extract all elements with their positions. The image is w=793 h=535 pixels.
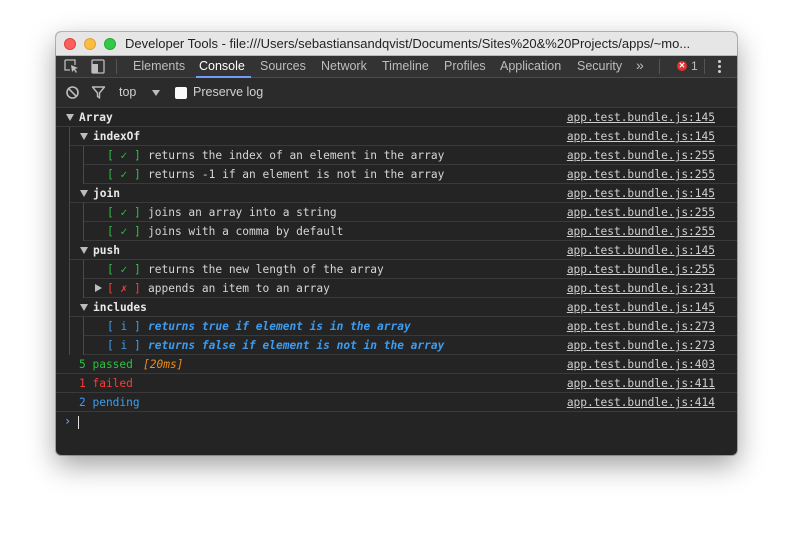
source-link[interactable]: app.test.bundle.js:145 (567, 241, 715, 260)
console-group-row[interactable]: Array app.test.bundle.js:145 (56, 108, 737, 127)
console-log-row: [ ✓ ] returns the new length of the arra… (84, 260, 737, 279)
toolbar-divider (704, 59, 705, 74)
console-log-row: 1 failed app.test.bundle.js:411 (56, 374, 737, 393)
preserve-log-label[interactable]: Preserve log (193, 85, 263, 99)
pending-status: [ i ] (107, 320, 141, 333)
tab-timeline[interactable]: Timeline (382, 59, 429, 73)
pass-status: [ ✓ ] (107, 206, 141, 219)
source-link[interactable]: app.test.bundle.js:145 (567, 184, 715, 203)
source-link[interactable]: app.test.bundle.js:255 (567, 146, 715, 165)
expand-triangle-icon[interactable] (80, 133, 88, 140)
fail-status: [ ✗ ] (107, 282, 141, 295)
console-log-row: 2 pending app.test.bundle.js:414 (56, 393, 737, 412)
console-log-row: [ i ] returns false if element is not in… (84, 336, 737, 355)
tab-application[interactable]: Application (500, 59, 561, 73)
source-link[interactable]: app.test.bundle.js:145 (567, 127, 715, 146)
group-label: Array (79, 111, 113, 124)
console-log-row: [ ✓ ] joins with a comma by default app.… (84, 222, 737, 241)
console-log-row: [ ✓ ] returns the index of an element in… (84, 146, 737, 165)
test-description: joins with a comma by default (148, 225, 344, 238)
console-filter-bar: top Preserve log (56, 78, 737, 108)
console-group-row[interactable]: push app.test.bundle.js:145 (70, 241, 737, 260)
error-icon[interactable]: ✕ (677, 61, 687, 71)
title-bar: Developer Tools - file:///Users/sebastia… (56, 32, 737, 56)
console-log-row: [ ✓ ] joins an array into a string app.t… (84, 203, 737, 222)
source-link[interactable]: app.test.bundle.js:145 (567, 108, 715, 127)
source-link[interactable]: app.test.bundle.js:231 (567, 279, 715, 298)
pass-status: [ ✓ ] (107, 149, 141, 162)
clear-console-icon[interactable] (65, 85, 80, 100)
test-description: returns true if element is in the array (148, 320, 411, 333)
source-link[interactable]: app.test.bundle.js:255 (567, 203, 715, 222)
tab-network[interactable]: Network (321, 59, 367, 73)
source-link[interactable]: app.test.bundle.js:411 (567, 374, 715, 393)
more-options-icon[interactable] (718, 60, 722, 75)
close-window-button[interactable] (64, 38, 76, 50)
console-input[interactable]: › (56, 412, 737, 434)
source-link[interactable]: app.test.bundle.js:255 (567, 260, 715, 279)
text-caret (78, 416, 79, 429)
source-link[interactable]: app.test.bundle.js:414 (567, 393, 715, 412)
duration-label: [20ms] (143, 358, 184, 371)
source-link[interactable]: app.test.bundle.js:255 (567, 222, 715, 241)
source-link[interactable]: app.test.bundle.js:273 (567, 317, 715, 336)
group-label: includes (93, 301, 147, 314)
passed-summary: 5 passed (79, 358, 133, 371)
pass-status: [ ✓ ] (107, 225, 141, 238)
pending-status: [ i ] (107, 339, 141, 352)
console-log-row: [ ✓ ] returns -1 if an element is not in… (84, 165, 737, 184)
test-description: returns the new length of the array (148, 263, 384, 276)
source-link[interactable]: app.test.bundle.js:403 (567, 355, 715, 374)
devtools-window: Developer Tools - file:///Users/sebastia… (56, 32, 737, 455)
error-count[interactable]: 1 (691, 59, 698, 73)
pass-status: [ ✓ ] (107, 168, 141, 181)
preserve-log-checkbox[interactable] (175, 87, 187, 99)
tab-sources[interactable]: Sources (260, 59, 306, 73)
toolbar-divider (116, 59, 117, 74)
tab-elements[interactable]: Elements (133, 59, 185, 73)
console-group-row[interactable]: includes app.test.bundle.js:145 (70, 298, 737, 317)
console-log-row: 5 passed [20ms] app.test.bundle.js:403 (56, 355, 737, 374)
tab-security[interactable]: Security (577, 59, 622, 73)
inspect-element-icon[interactable] (63, 58, 81, 75)
group-label: join (93, 187, 120, 200)
console-output: Array app.test.bundle.js:145 indexOf app… (56, 108, 737, 455)
console-group-row[interactable]: indexOf app.test.bundle.js:145 (70, 127, 737, 146)
panel-tab-bar: Elements Console Sources Network Timelin… (56, 56, 737, 78)
expand-triangle-icon[interactable] (66, 114, 74, 121)
tab-profiles[interactable]: Profiles (444, 59, 486, 73)
expand-triangle-icon[interactable] (80, 247, 88, 254)
expand-triangle-icon[interactable] (80, 190, 88, 197)
console-log-row: [ i ] returns true if element is in the … (84, 317, 737, 336)
expand-triangle-icon[interactable] (95, 284, 102, 292)
more-tabs-button[interactable]: » (636, 57, 644, 73)
device-toolbar-icon[interactable] (89, 58, 107, 75)
group-label: indexOf (93, 130, 141, 143)
prompt-chevron-icon: › (64, 414, 72, 428)
chevron-down-icon[interactable] (152, 90, 160, 96)
maximize-window-button[interactable] (104, 38, 116, 50)
test-description: returns the index of an element in the a… (148, 149, 445, 162)
expand-triangle-icon[interactable] (80, 304, 88, 311)
filter-icon[interactable] (91, 85, 106, 100)
context-selector[interactable]: top (119, 85, 136, 99)
source-link[interactable]: app.test.bundle.js:255 (567, 165, 715, 184)
toolbar-divider (659, 59, 660, 74)
console-error-row[interactable]: [ ✗ ] appends an item to an array app.te… (84, 279, 737, 298)
source-link[interactable]: app.test.bundle.js:273 (567, 336, 715, 355)
failed-summary: 1 failed (79, 377, 133, 390)
test-description: returns false if element is not in the a… (148, 339, 445, 352)
pending-summary: 2 pending (79, 396, 140, 409)
test-description: returns -1 if an element is not in the a… (148, 168, 445, 181)
group-label: push (93, 244, 120, 257)
source-link[interactable]: app.test.bundle.js:145 (567, 298, 715, 317)
tab-console[interactable]: Console (199, 59, 245, 73)
minimize-window-button[interactable] (84, 38, 96, 50)
window-title: Developer Tools - file:///Users/sebastia… (125, 36, 691, 51)
test-description: joins an array into a string (148, 206, 337, 219)
console-group-row[interactable]: join app.test.bundle.js:145 (70, 184, 737, 203)
pass-status: [ ✓ ] (107, 263, 141, 276)
test-description: appends an item to an array (148, 282, 330, 295)
